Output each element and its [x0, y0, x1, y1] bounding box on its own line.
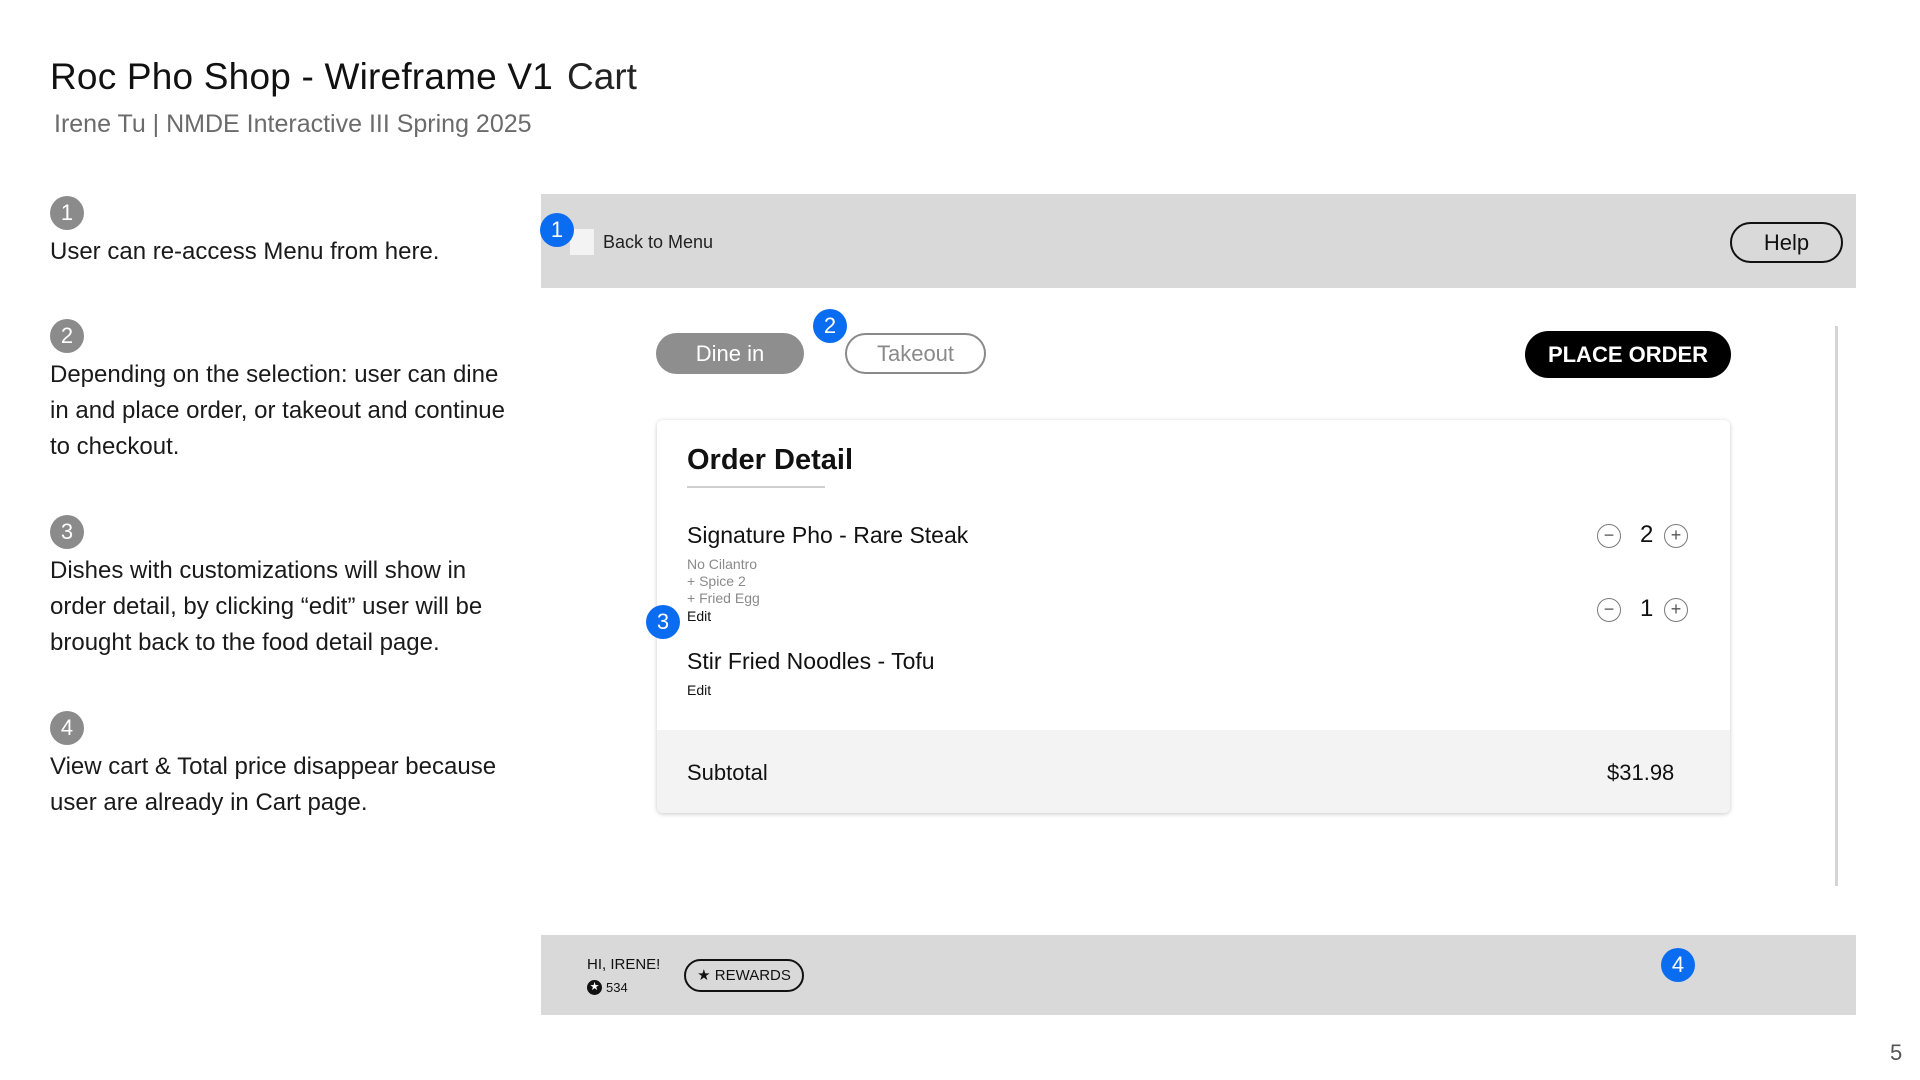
help-button[interactable]: Help: [1730, 222, 1843, 263]
annotation-marker-3: 3: [646, 605, 680, 639]
note-4: 4 View cart & Total price disappear beca…: [50, 711, 500, 821]
points-count: 534: [606, 980, 628, 995]
note-text: Depending on the selection: user can din…: [50, 361, 505, 460]
note-number: 3: [50, 515, 84, 549]
note-number: 4: [50, 711, 84, 745]
rewards-label: REWARDS: [714, 967, 791, 984]
note-number: 1: [50, 196, 84, 230]
annotation-marker-1: 1: [540, 213, 574, 247]
star-icon: ★: [697, 967, 715, 984]
title-underline: [687, 486, 825, 488]
item-modifier: No Cilantro: [687, 556, 758, 572]
app-top-bar: [541, 194, 1856, 288]
plus-icon[interactable]: +: [1664, 524, 1688, 548]
edit-item-link[interactable]: Edit: [687, 608, 711, 624]
edit-item-link[interactable]: Edit: [687, 682, 711, 698]
rewards-button[interactable]: ★ REWARDS: [684, 959, 804, 992]
item-modifier: + Spice 2: [687, 573, 746, 589]
takeout-toggle[interactable]: Takeout: [845, 333, 986, 374]
order-detail-card: Order Detail Signature Pho - Rare Steak …: [657, 420, 1730, 813]
subtotal-bar: [657, 730, 1730, 813]
page-number: 5: [1890, 1040, 1903, 1065]
item-modifier: + Fried Egg: [687, 590, 760, 606]
note-1: 1 User can re-access Menu from here.: [50, 196, 520, 270]
subtotal-label: Subtotal: [687, 760, 768, 785]
note-text: User can re-access Menu from here.: [50, 238, 440, 265]
points-icon: ★: [587, 980, 602, 995]
scrollbar[interactable]: [1835, 326, 1838, 886]
plus-icon[interactable]: +: [1664, 598, 1688, 622]
back-to-menu-link[interactable]: Back to Menu: [603, 232, 713, 253]
annotation-marker-2: 2: [813, 309, 847, 343]
annotation-marker-4: 4: [1661, 948, 1695, 982]
page-name: Cart: [567, 56, 637, 97]
item-modifiers: No Cilantro + Spice 2 + Fried Egg: [687, 556, 760, 607]
dine-in-toggle[interactable]: Dine in: [656, 333, 804, 374]
subtotal-amount: $31.98: [1607, 760, 1675, 785]
project-title: Roc Pho Shop - Wireframe V1: [50, 56, 554, 97]
note-number: 2: [50, 319, 84, 353]
user-greeting: HI, IRENE!: [587, 956, 661, 973]
note-3: 3 Dishes with customizations will show i…: [50, 515, 520, 661]
item-name: Signature Pho - Rare Steak: [687, 522, 969, 548]
note-text: Dishes with customizations will show in …: [50, 557, 483, 656]
minus-icon[interactable]: −: [1597, 598, 1621, 622]
item-quantity: 1: [1640, 595, 1654, 622]
slide-title: Roc Pho Shop - Wireframe V1 Cart: [50, 56, 637, 98]
place-order-button[interactable]: PLACE ORDER: [1525, 331, 1731, 378]
item-name: Stir Fried Noodles - Tofu: [687, 648, 935, 674]
minus-icon[interactable]: −: [1597, 524, 1621, 548]
item-quantity: 2: [1640, 521, 1654, 548]
note-2: 2 Depending on the selection: user can d…: [50, 319, 510, 465]
order-detail-title: Order Detail: [687, 444, 853, 476]
slide-subtitle: Irene Tu | NMDE Interactive III Spring 2…: [54, 110, 532, 138]
note-text: View cart & Total price disappear becaus…: [50, 753, 497, 816]
